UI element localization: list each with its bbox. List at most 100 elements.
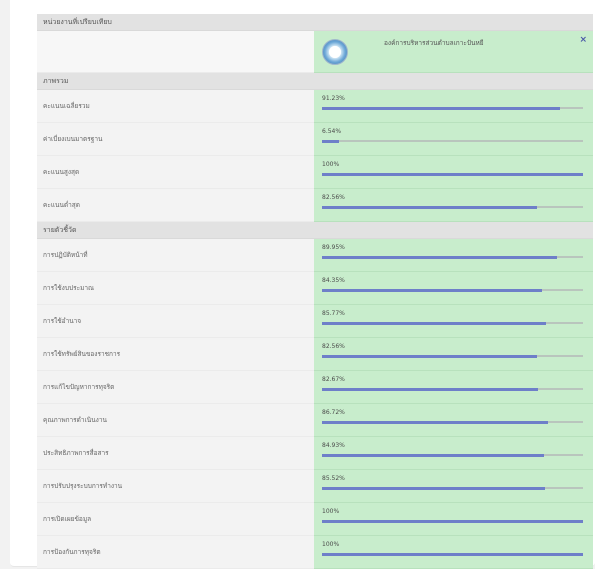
overview-value-cell: 91.23% bbox=[314, 90, 593, 123]
indicator-progress-track bbox=[322, 288, 583, 292]
overview-label: คะแนนสูงสุด bbox=[37, 156, 314, 189]
org-empty-cell bbox=[37, 31, 314, 73]
overview-row: คะแนนต่ำสุด 82.56% bbox=[37, 189, 593, 222]
indicator-progress-bar bbox=[322, 519, 583, 523]
indicator-progress-bar bbox=[322, 420, 549, 424]
indicator-progress-bar bbox=[322, 387, 538, 391]
overview-progress-track bbox=[322, 106, 583, 110]
indicator-progress-track bbox=[322, 354, 583, 358]
indicator-value-cell: 89.95% bbox=[314, 239, 593, 272]
indicator-label: ประสิทธิภาพการสื่อสาร bbox=[37, 437, 314, 470]
overview-progress-bar bbox=[322, 172, 583, 176]
indicator-value-cell: 82.67% bbox=[314, 371, 593, 404]
org-seal-icon bbox=[322, 39, 348, 65]
indicator-row: การปฏิบัติหน้าที่ 89.95% bbox=[37, 239, 593, 272]
indicator-label: การใช้อำนาจ bbox=[37, 305, 314, 338]
indicator-row: การแก้ไขปัญหาการทุจริต 82.67% bbox=[37, 371, 593, 404]
indicator-progress-track bbox=[322, 552, 583, 556]
overview-progress-track bbox=[322, 205, 583, 209]
indicator-percent: 82.67% bbox=[322, 376, 345, 383]
indicators-header: รายตัวชี้วัด bbox=[37, 222, 593, 239]
indicator-percent: 84.93% bbox=[322, 442, 345, 449]
indicator-label: การใช้ทรัพย์สินของราชการ bbox=[37, 338, 314, 371]
indicator-value-cell: 85.52% bbox=[314, 470, 593, 503]
indicator-row: การปรับปรุงระบบการทำงาน 85.52% bbox=[37, 470, 593, 503]
indicator-label: การปรับปรุงระบบการทำงาน bbox=[37, 470, 314, 503]
indicator-value-cell: 100% bbox=[314, 536, 593, 569]
indicator-percent: 100% bbox=[322, 541, 340, 548]
org-name: องค์การบริหารส่วนตำบลเกาะปันหยี bbox=[384, 39, 484, 47]
indicator-progress-track bbox=[322, 321, 583, 325]
compare-header-label: หน่วยงานที่เปรียบเทียบ bbox=[43, 17, 112, 26]
indicator-row: ประสิทธิภาพการสื่อสาร 84.93% bbox=[37, 437, 593, 470]
overview-percent: 6.54% bbox=[322, 128, 342, 135]
indicator-row: การใช้ทรัพย์สินของราชการ 82.56% bbox=[37, 338, 593, 371]
overview-label: คะแนนต่ำสุด bbox=[37, 189, 314, 222]
indicator-percent: 100% bbox=[322, 508, 340, 515]
indicator-value-cell: 86.72% bbox=[314, 404, 593, 437]
indicator-progress-track bbox=[322, 486, 583, 490]
indicator-progress-bar bbox=[322, 486, 546, 490]
indicator-row: การใช้งบประมาณ 84.35% bbox=[37, 272, 593, 305]
comparison-table: หน่วยงานที่เปรียบเทียบ องค์การบริหารส่วน… bbox=[37, 14, 593, 569]
overview-header-label: ภาพรวม bbox=[43, 76, 69, 85]
overview-row: คะแนนสูงสุด 100% bbox=[37, 156, 593, 189]
overview-progress-bar bbox=[322, 106, 561, 110]
compare-header: หน่วยงานที่เปรียบเทียบ bbox=[37, 14, 593, 31]
indicator-row: การใช้อำนาจ 85.77% bbox=[37, 305, 593, 338]
indicator-value-cell: 100% bbox=[314, 503, 593, 536]
indicator-progress-bar bbox=[322, 321, 546, 325]
indicator-percent: 89.95% bbox=[322, 244, 345, 251]
indicator-row: คุณภาพการดำเนินงาน 86.72% bbox=[37, 404, 593, 437]
indicator-progress-track bbox=[322, 519, 583, 523]
indicator-label: การปฏิบัติหน้าที่ bbox=[37, 239, 314, 272]
overview-progress-track bbox=[322, 172, 583, 176]
indicator-label: การใช้งบประมาณ bbox=[37, 272, 314, 305]
indicator-progress-track bbox=[322, 255, 583, 259]
overview-value-cell: 100% bbox=[314, 156, 593, 189]
indicator-progress-bar bbox=[322, 255, 557, 259]
indicator-row: การเปิดเผยข้อมูล 100% bbox=[37, 503, 593, 536]
indicator-progress-track bbox=[322, 453, 583, 457]
indicator-rows: การปฏิบัติหน้าที่ 89.95% การใช้งบประมาณ 84.… bbox=[37, 239, 593, 569]
overview-percent: 91.23% bbox=[322, 95, 345, 102]
indicator-percent: 82.56% bbox=[322, 343, 345, 350]
indicator-percent: 84.35% bbox=[322, 277, 345, 284]
indicator-label: การแก้ไขปัญหาการทุจริต bbox=[37, 371, 314, 404]
org-cell: องค์การบริหารส่วนตำบลเกาะปันหยี × bbox=[314, 31, 593, 73]
indicator-label: การป้องกันการทุจริต bbox=[37, 536, 314, 569]
overview-header: ภาพรวม bbox=[37, 73, 593, 90]
page-card: หน่วยงานที่เปรียบเทียบ องค์การบริหารส่วน… bbox=[10, 0, 595, 569]
indicator-label: การเปิดเผยข้อมูล bbox=[37, 503, 314, 536]
indicator-progress-bar bbox=[322, 552, 583, 556]
overview-percent: 82.56% bbox=[322, 194, 345, 201]
indicator-value-cell: 84.93% bbox=[314, 437, 593, 470]
indicator-progress-bar bbox=[322, 288, 543, 292]
indicator-progress-track bbox=[322, 387, 583, 391]
overview-progress-track bbox=[322, 139, 583, 143]
indicator-value-cell: 84.35% bbox=[314, 272, 593, 305]
overview-row: คะแนนเฉลี่ยรวม 91.23% bbox=[37, 90, 593, 123]
overview-percent: 100% bbox=[322, 161, 340, 168]
indicator-percent: 86.72% bbox=[322, 409, 345, 416]
overview-value-cell: 6.54% bbox=[314, 123, 593, 156]
overview-rows: คะแนนเฉลี่ยรวม 91.23% ค่าเบี่ยงเบนมาตรฐาน 6… bbox=[37, 90, 593, 222]
indicator-label: คุณภาพการดำเนินงาน bbox=[37, 404, 314, 437]
overview-value-cell: 82.56% bbox=[314, 189, 593, 222]
indicator-percent: 85.77% bbox=[322, 310, 345, 317]
org-row: องค์การบริหารส่วนตำบลเกาะปันหยี × bbox=[37, 31, 593, 73]
overview-progress-bar bbox=[322, 205, 538, 209]
overview-label: คะแนนเฉลี่ยรวม bbox=[37, 90, 314, 123]
remove-org-button[interactable]: × bbox=[579, 35, 587, 45]
indicator-value-cell: 85.77% bbox=[314, 305, 593, 338]
overview-label: ค่าเบี่ยงเบนมาตรฐาน bbox=[37, 123, 314, 156]
indicators-header-label: รายตัวชี้วัด bbox=[43, 225, 77, 234]
indicator-progress-bar bbox=[322, 453, 544, 457]
indicator-progress-track bbox=[322, 420, 583, 424]
indicator-percent: 85.52% bbox=[322, 475, 345, 482]
overview-row: ค่าเบี่ยงเบนมาตรฐาน 6.54% bbox=[37, 123, 593, 156]
indicator-progress-bar bbox=[322, 354, 538, 358]
indicator-row: การป้องกันการทุจริต 100% bbox=[37, 536, 593, 569]
overview-progress-bar bbox=[322, 139, 340, 143]
indicator-value-cell: 82.56% bbox=[314, 338, 593, 371]
